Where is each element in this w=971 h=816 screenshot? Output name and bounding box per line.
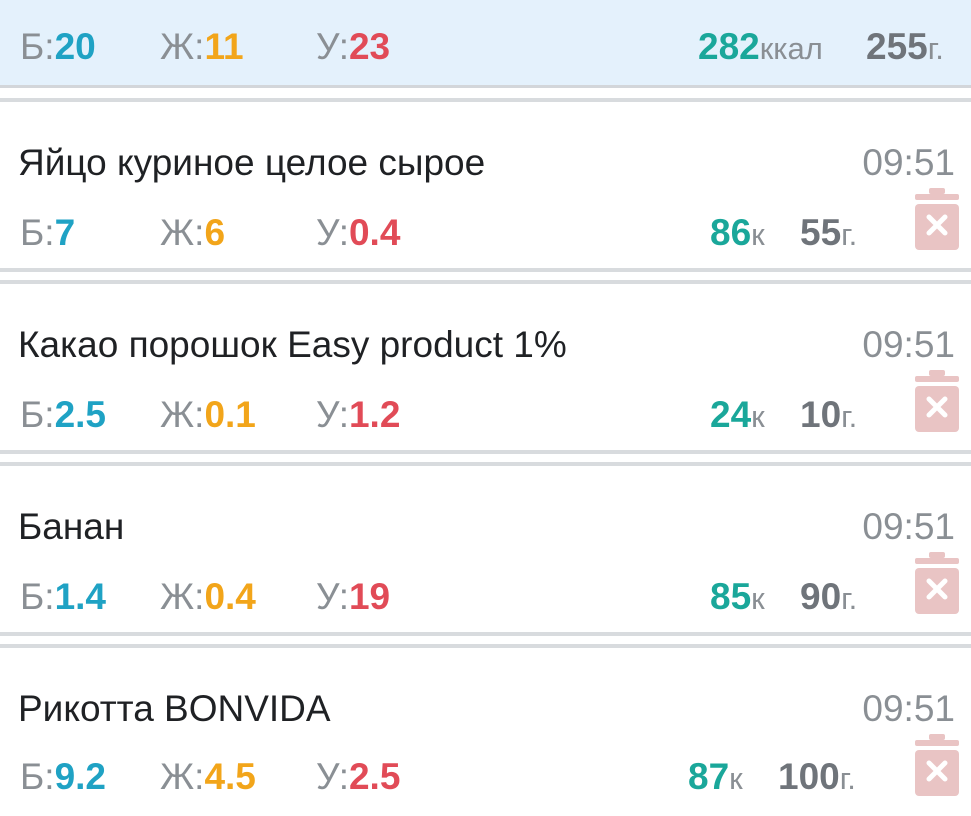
weight-value: 90 [800,576,842,617]
trash-icon [915,188,959,250]
protein-label: Б: [20,394,55,435]
entry-protein: Б:1.4 [20,578,106,615]
entry-name: Рикотта BONVIDA [18,688,331,729]
kcal-unit: к [751,217,765,252]
weight-unit: г. [927,31,944,66]
summary-protein: Б:20 [20,28,96,65]
weight-value: 255 [866,26,928,67]
entry-carbs: У:2.5 [316,758,400,795]
weight-unit: г. [839,761,856,796]
protein-value: 2.5 [54,394,106,435]
entry-weight: 90г. [800,578,857,615]
trash-icon [915,734,959,796]
meal-entry[interactable]: Рикотта BONVIDA 09:51 Б:9.2 Ж:4.5 У:2.5 … [0,648,971,816]
entry-fat: Ж:0.4 [160,578,256,615]
fat-label: Ж: [160,394,205,435]
entry-time: 09:51 [862,506,955,547]
trash-icon [915,370,959,432]
entry-carbs: У:0.4 [316,214,400,251]
carbs-label: У: [316,756,349,797]
carbs-value: 1.2 [348,394,401,435]
fat-label: Ж: [160,756,205,797]
entry-weight: 10г. [800,396,857,433]
protein-value: 7 [54,212,76,253]
delete-entry-button[interactable] [915,188,959,250]
entry-fat: Ж:4.5 [160,758,256,795]
fat-value: 0.1 [204,394,256,435]
carbs-value: 23 [348,26,391,67]
carbs-label: У: [316,576,349,617]
kcal-value: 85 [710,576,752,617]
fat-value: 11 [204,26,244,67]
kcal-unit: к [751,399,765,434]
entry-kcal: 24к [710,396,765,433]
carbs-value: 0.4 [348,212,401,253]
summary-carbs: У:23 [316,28,390,65]
entry-kcal: 85к [710,578,765,615]
summary-kcal: 282ккал [698,28,823,65]
entry-protein: Б:9.2 [20,758,106,795]
meal-log-screen: Б:20 Ж:11 У:23 282ккал 255г. Яйцо курино… [0,0,971,816]
meal-entry[interactable]: Какао порошок Easy product 1% 09:51 Б:2.… [0,284,971,454]
weight-value: 55 [800,212,842,253]
summary-weight: 255г. [866,28,944,65]
entry-time: 09:51 [862,142,955,183]
entry-carbs: У:1.2 [316,396,400,433]
weight-value: 100 [778,756,840,797]
kcal-value: 282 [698,26,760,67]
entry-weight: 100г. [778,758,856,795]
carbs-value: 19 [348,576,391,617]
fat-value: 0.4 [204,576,256,617]
kcal-unit: к [751,581,765,616]
meal-entry[interactable]: Банан 09:51 Б:1.4 Ж:0.4 У:19 85к 90г. [0,466,971,636]
fat-label: Ж: [160,26,205,67]
weight-unit: г. [841,581,858,616]
delete-entry-button[interactable] [915,370,959,432]
fat-label: Ж: [160,576,205,617]
entry-name: Банан [18,506,125,547]
carbs-value: 2.5 [348,756,401,797]
fat-value: 6 [204,212,226,253]
trash-icon [915,552,959,614]
protein-value: 9.2 [54,756,106,797]
daily-summary-bar: Б:20 Ж:11 У:23 282ккал 255г. [0,0,971,88]
fat-value: 4.5 [204,756,256,797]
kcal-value: 87 [688,756,730,797]
weight-unit: г. [841,399,858,434]
entry-carbs: У:19 [316,578,390,615]
carbs-label: У: [316,26,349,67]
entry-fat: Ж:6 [160,214,225,251]
kcal-unit: к [729,761,743,796]
carbs-label: У: [316,212,349,253]
carbs-label: У: [316,394,349,435]
kcal-value: 24 [710,394,752,435]
delete-entry-button[interactable] [915,734,959,796]
entry-time: 09:51 [862,324,955,365]
entry-time: 09:51 [862,688,955,729]
protein-label: Б: [20,212,55,253]
entry-name: Какао порошок Easy product 1% [18,324,567,365]
entry-fat: Ж:0.1 [160,396,256,433]
summary-fat: Ж:11 [160,28,244,65]
fat-label: Ж: [160,212,205,253]
protein-value: 20 [54,26,96,67]
kcal-unit: ккал [759,31,823,66]
meal-entry[interactable]: Яйцо куриное целое сырое 09:51 Б:7 Ж:6 У… [0,102,971,272]
entry-protein: Б:7 [20,214,75,251]
entry-weight: 55г. [800,214,857,251]
entry-protein: Б:2.5 [20,396,106,433]
entry-kcal: 86к [710,214,765,251]
delete-entry-button[interactable] [915,552,959,614]
protein-label: Б: [20,26,55,67]
protein-label: Б: [20,756,55,797]
weight-value: 10 [800,394,842,435]
protein-value: 1.4 [54,576,106,617]
entry-kcal: 87к [688,758,743,795]
protein-label: Б: [20,576,55,617]
kcal-value: 86 [710,212,752,253]
entry-name: Яйцо куриное целое сырое [18,142,486,183]
weight-unit: г. [841,217,858,252]
